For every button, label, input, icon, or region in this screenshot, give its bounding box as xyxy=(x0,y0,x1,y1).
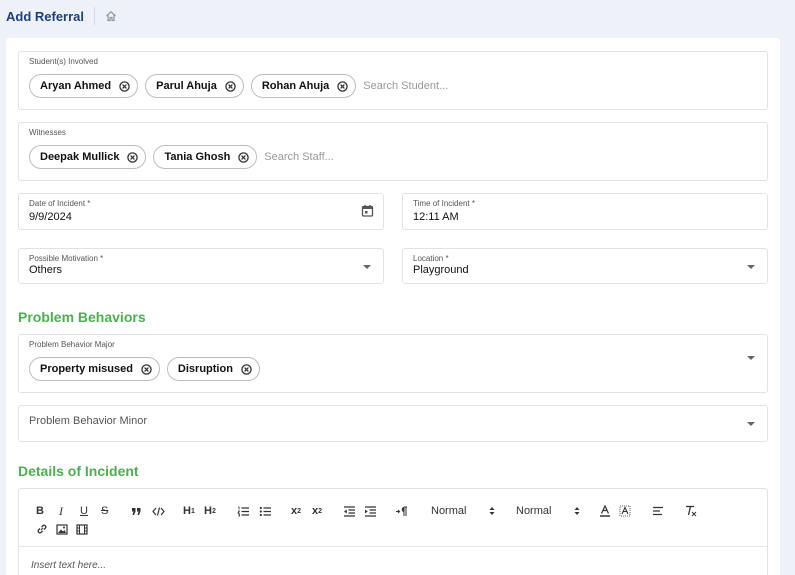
students-chip-list: Aryan Ahmed Parul Ahuja Rohan Ahuja Sear… xyxy=(29,74,448,98)
witnesses-label: Witnesses xyxy=(29,128,66,137)
students-field[interactable]: Student(s) Involved Aryan Ahmed Parul Ah… xyxy=(18,51,768,110)
possible-motivation-select[interactable]: Possible Motivation * Others xyxy=(18,248,384,284)
italic-button[interactable]: I xyxy=(59,504,63,518)
time-label: Time of Incident * xyxy=(413,199,475,208)
top-bar: Add Referral xyxy=(0,0,795,32)
location-label: Location * xyxy=(413,254,449,263)
video-icon[interactable] xyxy=(76,522,88,536)
bullet-list-icon[interactable] xyxy=(259,504,272,518)
header-2-subscript: 2 xyxy=(211,507,216,515)
chip-label: Property misused xyxy=(40,363,133,375)
remove-chip-icon[interactable] xyxy=(127,151,139,163)
background-color-icon[interactable] xyxy=(619,504,631,518)
chip-label: Rohan Ahuja xyxy=(261,80,330,92)
problem-behaviors-heading: Problem Behaviors xyxy=(18,309,146,325)
calendar-icon[interactable] xyxy=(361,204,374,222)
text-direction-icon[interactable] xyxy=(395,504,408,518)
format-select-1[interactable]: Normal xyxy=(431,504,495,518)
remove-chip-icon[interactable] xyxy=(119,80,130,92)
remove-chip-icon[interactable] xyxy=(337,80,349,92)
remove-chip-icon[interactable] xyxy=(241,363,252,375)
behavior-chip: Disruption xyxy=(166,357,260,381)
align-left-icon[interactable] xyxy=(652,504,664,518)
chevron-down-icon[interactable] xyxy=(747,265,755,269)
referral-form: Student(s) Involved Aryan Ahmed Parul Ah… xyxy=(6,38,780,575)
date-of-incident-field[interactable]: Date of Incident * 9/9/2024 xyxy=(18,193,384,230)
home-icon[interactable] xyxy=(104,9,118,23)
editor-toolbar: B I U S H1 H2 x2 x2 Normal Normal xyxy=(19,489,767,547)
subscript-mark: 2 xyxy=(297,507,302,515)
major-chip-list: Property misused Disruption xyxy=(29,357,267,381)
subscript-button[interactable]: x2 xyxy=(291,504,301,518)
motivation-label: Possible Motivation * xyxy=(29,254,104,263)
location-value: Playground xyxy=(413,264,469,276)
behavior-chip: Property misused xyxy=(29,357,160,381)
witness-chip: Tania Ghosh xyxy=(153,145,258,169)
underline-button[interactable]: U xyxy=(80,504,88,518)
student-chip: Rohan Ahuja xyxy=(250,74,357,98)
witnesses-field[interactable]: Witnesses Deepak Mullick Tania Ghosh Sea… xyxy=(18,122,768,181)
date-value: 9/9/2024 xyxy=(29,211,72,223)
chip-label: Disruption xyxy=(177,363,233,375)
minor-placeholder: Problem Behavior Minor xyxy=(29,415,147,427)
chip-label: Aryan Ahmed xyxy=(40,80,112,92)
indent-icon[interactable] xyxy=(364,504,377,518)
header-1-subscript: 1 xyxy=(190,507,195,515)
remove-chip-icon[interactable] xyxy=(238,151,250,163)
motivation-value: Others xyxy=(29,264,63,276)
remove-chip-icon[interactable] xyxy=(225,80,236,92)
student-search-input[interactable]: Search Student... xyxy=(363,80,448,92)
location-select[interactable]: Location * Playground xyxy=(402,248,768,284)
details-heading: Details of Incident xyxy=(18,463,139,479)
problem-behavior-minor-select[interactable]: Problem Behavior Minor xyxy=(18,405,768,442)
up-down-icon xyxy=(489,507,495,515)
header-2-button[interactable]: H2 xyxy=(204,504,216,518)
chevron-down-icon[interactable] xyxy=(747,422,755,426)
clear-formatting-icon[interactable] xyxy=(684,504,697,518)
chevron-down-icon[interactable] xyxy=(363,265,371,269)
superscript-mark: 2 xyxy=(318,507,323,515)
student-chip: Aryan Ahmed xyxy=(29,74,139,98)
date-label: Date of Incident * xyxy=(29,199,91,208)
staff-search-input[interactable]: Search Staff... xyxy=(264,151,334,163)
format-select-value: Normal xyxy=(431,505,467,517)
title-divider xyxy=(94,7,96,25)
witness-chip: Deepak Mullick xyxy=(29,145,147,169)
chip-label: Tania Ghosh xyxy=(164,151,231,163)
editor-text-area[interactable]: Insert text here... xyxy=(31,560,106,571)
ordered-list-icon[interactable] xyxy=(237,504,250,518)
superscript-button[interactable]: x2 xyxy=(312,504,322,518)
text-color-icon[interactable] xyxy=(599,504,611,518)
up-down-icon xyxy=(574,507,580,515)
time-of-incident-field[interactable]: Time of Incident * 12:11 AM xyxy=(402,193,768,230)
blockquote-icon[interactable] xyxy=(131,504,142,518)
bold-button[interactable]: B xyxy=(36,504,44,518)
witnesses-chip-list: Deepak Mullick Tania Ghosh Search Staff.… xyxy=(29,145,334,169)
chip-label: Parul Ahuja xyxy=(156,80,217,92)
chip-label: Deepak Mullick xyxy=(40,151,120,163)
strikethrough-button[interactable]: S xyxy=(101,504,108,518)
student-chip: Parul Ahuja xyxy=(145,74,244,98)
details-rich-text-editor: B I U S H1 H2 x2 x2 Normal Normal Insert… xyxy=(18,488,768,575)
page-title: Add Referral xyxy=(6,8,85,24)
time-value: 12:11 AM xyxy=(413,211,459,223)
code-block-icon[interactable] xyxy=(152,504,165,518)
image-icon[interactable] xyxy=(56,522,68,536)
link-icon[interactable] xyxy=(36,522,48,536)
major-label: Problem Behavior Major xyxy=(29,340,115,349)
header-1-button[interactable]: H1 xyxy=(183,504,195,518)
outdent-icon[interactable] xyxy=(343,504,356,518)
chevron-down-icon[interactable] xyxy=(747,356,755,360)
format-select-2[interactable]: Normal xyxy=(516,504,580,518)
remove-chip-icon[interactable] xyxy=(141,363,152,375)
problem-behavior-major-select[interactable]: Problem Behavior Major Property misused … xyxy=(18,334,768,393)
students-label: Student(s) Involved xyxy=(29,57,98,66)
format-select-value: Normal xyxy=(516,505,552,517)
